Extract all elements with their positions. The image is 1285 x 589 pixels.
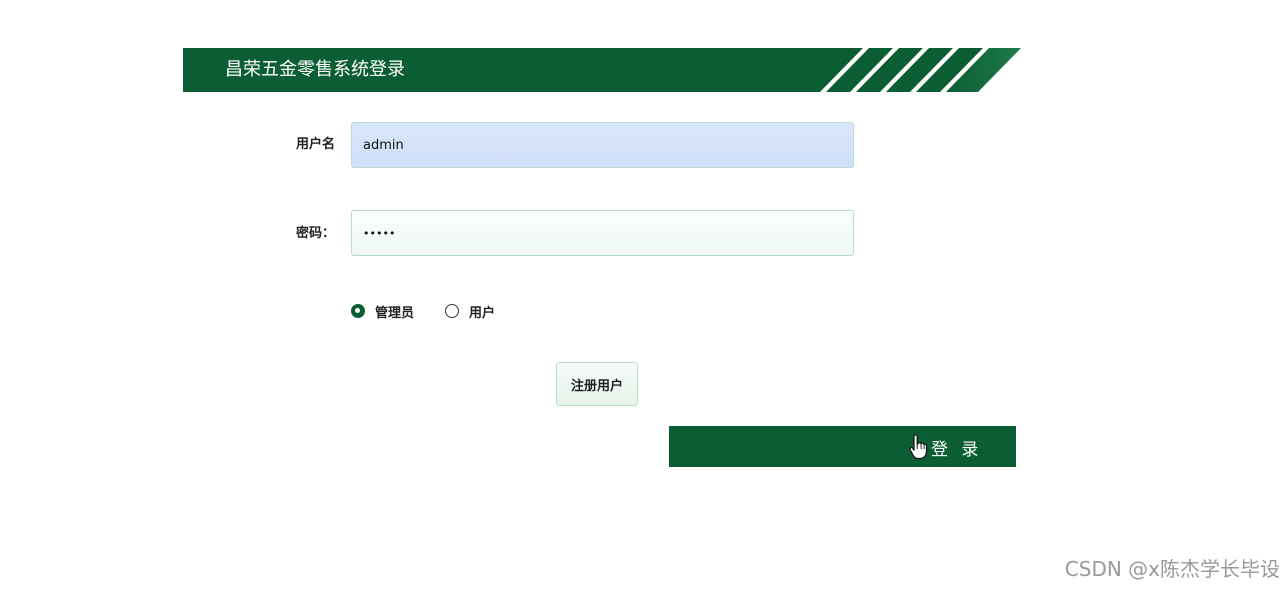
radio-checked-icon[interactable] — [351, 304, 365, 318]
watermark: CSDN @x陈杰学长毕设 — [1064, 557, 1280, 581]
radio-unchecked-icon[interactable] — [445, 304, 460, 318]
role-radio-user[interactable]: 用户 — [445, 302, 495, 321]
role-label-user: 用户 — [469, 305, 496, 321]
username-input[interactable] — [351, 122, 854, 168]
role-radio-group: 管理员 用户 — [351, 301, 495, 321]
login-button[interactable]: 登 录 — [669, 426, 1016, 467]
register-button[interactable]: 注册用户 — [556, 362, 638, 406]
password-label: 密码： — [296, 226, 336, 241]
password-input[interactable] — [351, 210, 854, 256]
role-label-admin: 管理员 — [375, 305, 415, 321]
login-button-label: 登 录 — [931, 440, 983, 460]
hand-cursor-icon — [909, 434, 927, 460]
username-label: 用户名 — [296, 137, 336, 152]
login-page: 昌荣五金零售系统登录 用户名 密码： 管理员 用户 注册用户 登 录 CSDN … — [0, 0, 1285, 589]
page-title: 昌荣五金零售系统登录 — [225, 59, 405, 80]
header-banner: 昌荣五金零售系统登录 — [183, 48, 1021, 92]
role-radio-admin[interactable]: 管理员 — [351, 302, 414, 321]
